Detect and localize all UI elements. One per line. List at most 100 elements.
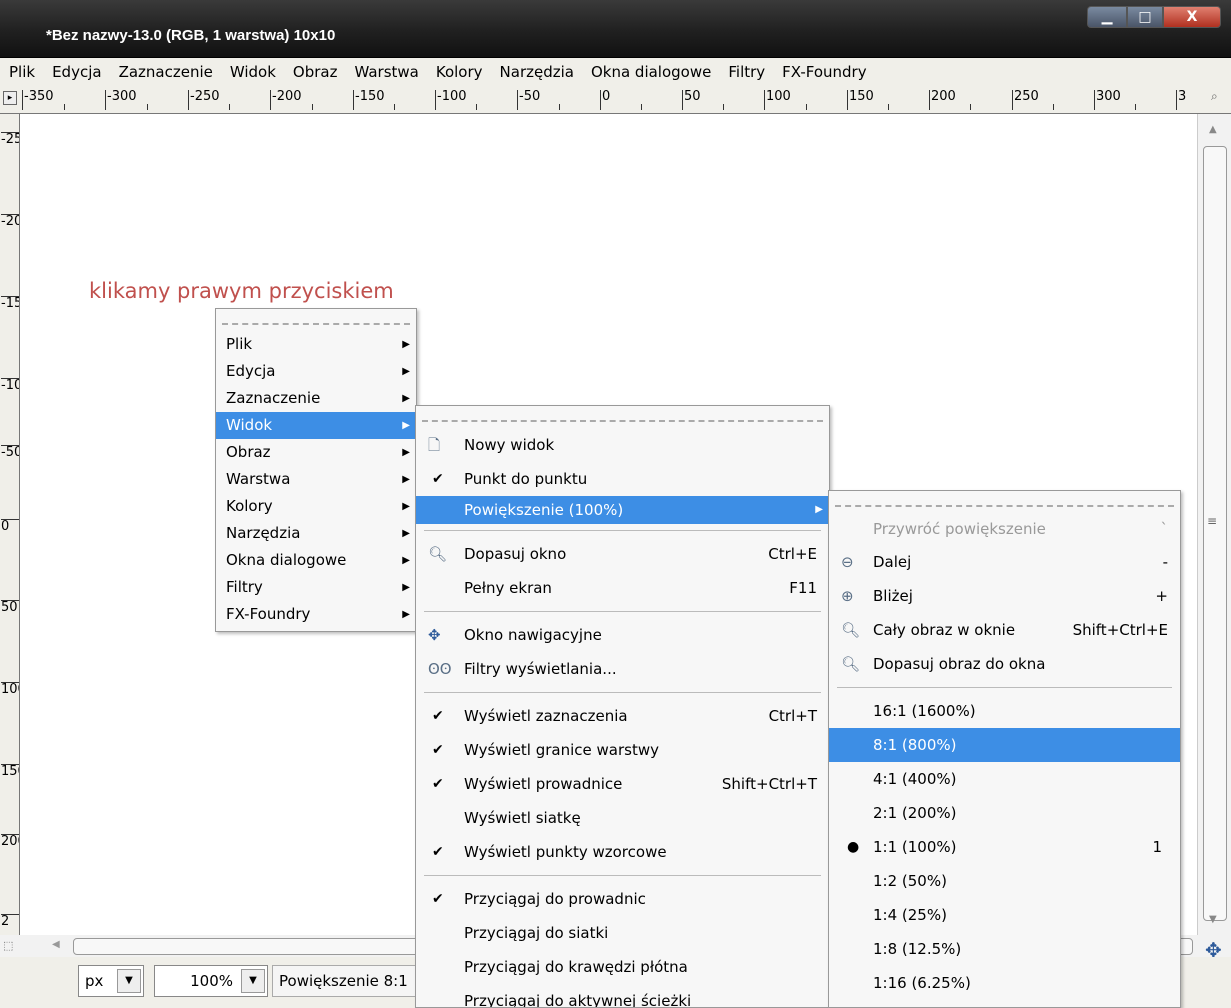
view-item-wysw-punkty[interactable]: ✔ Wyświetl punkty wzorcowe bbox=[416, 835, 829, 869]
menu-narzedzia[interactable]: Narzędzia bbox=[500, 63, 574, 81]
title-bar: *Bez nazwy-13.0 (RGB, 1 warstwa) 10x10 ▁… bbox=[0, 0, 1231, 58]
minimize-button[interactable]: ▁ bbox=[1087, 6, 1127, 28]
ruler-label: 2 bbox=[1, 914, 19, 928]
scroll-down-icon[interactable]: ▼ bbox=[1209, 914, 1217, 925]
view-item-wysw-zaznaczenia[interactable]: ✔ Wyświetl zaznaczenia Ctrl+T bbox=[416, 699, 829, 733]
ctx-item-zaznaczenie[interactable]: Zaznaczenie ▶ bbox=[216, 385, 416, 412]
view-item-punkt-do-punktu[interactable]: ✔ Punkt do punktu bbox=[416, 462, 829, 496]
zoom-item-100[interactable]: ● 1:1 (100%) 1 bbox=[829, 830, 1180, 864]
separator bbox=[424, 530, 821, 531]
view-item-powiekszenie[interactable]: Powiększenie (100%) ▶ bbox=[416, 496, 829, 524]
tearoff-line[interactable] bbox=[835, 491, 1174, 507]
ctx-item-warstwa[interactable]: Warstwa ▶ bbox=[216, 466, 416, 493]
zoom-item-200[interactable]: 2:1 (200%) bbox=[829, 796, 1180, 830]
menu-widok[interactable]: Widok bbox=[230, 63, 276, 81]
view-item-przyc-siatki[interactable]: Przyciągaj do siatki bbox=[416, 916, 829, 950]
zoom-item-12[interactable]: 1:8 (12.5%) bbox=[829, 932, 1180, 966]
view-item-filtry-wyswietlania[interactable]: ʘʘ Filtry wyświetlania... bbox=[416, 652, 829, 686]
chevron-down-icon[interactable]: ▼ bbox=[117, 969, 141, 993]
view-item-wysw-granice[interactable]: ✔ Wyświetl granice warstwy bbox=[416, 733, 829, 767]
ruler-label: -100 bbox=[435, 90, 467, 110]
menu-triangle-icon[interactable]: ▸ bbox=[3, 91, 17, 105]
zoom-item-blizej[interactable]: ⊕ Bliżej + bbox=[829, 579, 1180, 613]
menu-obraz[interactable]: Obraz bbox=[293, 63, 338, 81]
zoom-item-1600[interactable]: 16:1 (1600%) bbox=[829, 694, 1180, 728]
ruler-label: -250 bbox=[188, 90, 220, 110]
ruler-label: -100 bbox=[1, 378, 19, 392]
view-item-okno-nawigacyjne[interactable]: ✥ Okno nawigacyjne bbox=[416, 618, 829, 652]
zoom-item-dalej[interactable]: ⊖ Dalej - bbox=[829, 545, 1180, 579]
menu-kolory[interactable]: Kolory bbox=[436, 63, 483, 81]
menu-edycja[interactable]: Edycja bbox=[52, 63, 101, 81]
vertical-ruler[interactable]: -250 -200 -150 -100 -50 0 50 100 150 200… bbox=[0, 114, 20, 948]
menu-zaznaczenie[interactable]: Zaznaczenie bbox=[119, 63, 213, 81]
accelerator: + bbox=[1155, 587, 1168, 605]
tearoff-line[interactable] bbox=[422, 406, 823, 422]
zoom-select[interactable]: 100% ▼ bbox=[154, 965, 268, 997]
item-label: Wyświetl zaznaczenia bbox=[464, 707, 628, 725]
menu-okna-dialogowe[interactable]: Okna dialogowe bbox=[591, 63, 711, 81]
zoom-item-dopasuj-obraz[interactable]: 🔍︎ Dopasuj obraz do okna bbox=[829, 647, 1180, 681]
ctx-item-filtry[interactable]: Filtry ▶ bbox=[216, 574, 416, 601]
zoom-lock-icon[interactable]: ⌕ bbox=[1211, 89, 1229, 109]
ruler-label: -200 bbox=[270, 90, 302, 110]
submenu-arrow-icon: ▶ bbox=[402, 339, 410, 350]
view-item-wysw-prowadnice[interactable]: ✔ Wyświetl prowadnice Shift+Ctrl+T bbox=[416, 767, 829, 801]
zoom-item-25[interactable]: 1:4 (25%) bbox=[829, 898, 1180, 932]
item-label: 1:1 (100%) bbox=[873, 838, 957, 856]
unit-select[interactable]: px ▼ bbox=[78, 965, 144, 997]
menu-plik[interactable]: Plik bbox=[9, 63, 35, 81]
close-button[interactable]: X bbox=[1163, 6, 1221, 28]
vertical-scrollbar[interactable]: ▲ ≡ ▼ bbox=[1197, 114, 1231, 948]
view-item-przyc-krawedzi[interactable]: Przyciągaj do krawędzi płótna bbox=[416, 950, 829, 984]
submenu-arrow-icon: ▶ bbox=[402, 366, 410, 377]
item-label: Punkt do punktu bbox=[464, 470, 588, 488]
zoom-item-400[interactable]: 4:1 (400%) bbox=[829, 762, 1180, 796]
ctx-label: Okna dialogowe bbox=[226, 551, 347, 569]
separator bbox=[424, 875, 821, 876]
ctx-item-narzedzia[interactable]: Narzędzia ▶ bbox=[216, 520, 416, 547]
scroll-left-icon[interactable]: ◀ bbox=[52, 939, 60, 950]
zoom-item-caly-obraz[interactable]: 🔍︎ Cały obraz w oknie Shift+Ctrl+E bbox=[829, 613, 1180, 647]
view-item-dopasuj-okno[interactable]: 🔍︎ Dopasuj okno Ctrl+E bbox=[416, 537, 829, 571]
check-icon: ✔ bbox=[432, 708, 444, 724]
ctx-item-obraz[interactable]: Obraz ▶ bbox=[216, 439, 416, 466]
ctx-item-edycja[interactable]: Edycja ▶ bbox=[216, 358, 416, 385]
annotation-hint: klikamy prawym przyciskiem bbox=[89, 279, 394, 303]
ruler-label: 100 bbox=[764, 90, 791, 110]
ctx-item-widok[interactable]: Widok ▶ bbox=[216, 412, 416, 439]
zoom-item-800[interactable]: 8:1 (800%) bbox=[829, 728, 1180, 762]
ctx-item-fx-foundry[interactable]: FX-Foundry ▶ bbox=[216, 601, 416, 628]
ctx-item-okna-dialogowe[interactable]: Okna dialogowe ▶ bbox=[216, 547, 416, 574]
ctx-label: Zaznaczenie bbox=[226, 389, 321, 407]
accelerator: Shift+Ctrl+E bbox=[1072, 621, 1168, 639]
item-label: Wyświetl siatkę bbox=[464, 809, 581, 827]
maximize-button[interactable]: □ bbox=[1127, 6, 1163, 28]
scroll-up-icon[interactable]: ▲ bbox=[1209, 124, 1217, 135]
ctx-label: Narzędzia bbox=[226, 524, 301, 542]
vertical-scroll-thumb[interactable] bbox=[1203, 146, 1227, 921]
chevron-down-icon[interactable]: ▼ bbox=[241, 969, 265, 993]
ruler-label: 3 bbox=[1176, 90, 1186, 110]
ctx-item-kolory[interactable]: Kolory ▶ bbox=[216, 493, 416, 520]
menu-warstwa[interactable]: Warstwa bbox=[354, 63, 418, 81]
ctx-item-plik[interactable]: Plik ▶ bbox=[216, 331, 416, 358]
item-label: Dopasuj obraz do okna bbox=[873, 655, 1046, 673]
zoom-item-6[interactable]: 1:16 (6.25%) bbox=[829, 966, 1180, 1000]
view-item-nowy-widok[interactable]: 🗋 Nowy widok bbox=[416, 428, 829, 462]
zoom-in-icon: ⊕ bbox=[841, 587, 854, 605]
menu-filtry[interactable]: Filtry bbox=[728, 63, 765, 81]
view-item-przyc-sciezki[interactable]: Przyciągaj do aktywnej ścieżki bbox=[416, 984, 829, 1007]
ruler-label: 50 bbox=[682, 90, 701, 110]
zoom-item-50[interactable]: 1:2 (50%) bbox=[829, 864, 1180, 898]
item-label: Powiększenie (100%) bbox=[464, 501, 624, 519]
view-item-pelny-ekran[interactable]: Pełny ekran F11 bbox=[416, 571, 829, 605]
quick-mask-icon[interactable]: ⬚ bbox=[3, 939, 13, 952]
ruler-label: 250 bbox=[1012, 90, 1039, 110]
horizontal-ruler[interactable]: ▸ -350 -300 -250 -200 -150 -100 -50 0 50… bbox=[0, 86, 1231, 114]
tearoff-line[interactable] bbox=[222, 309, 410, 325]
view-item-wysw-siatke[interactable]: Wyświetl siatkę bbox=[416, 801, 829, 835]
menu-fx-foundry[interactable]: FX-Foundry bbox=[782, 63, 866, 81]
view-item-przyc-prowadnic[interactable]: ✔ Przyciągaj do prowadnic bbox=[416, 882, 829, 916]
ctx-label: Obraz bbox=[226, 443, 271, 461]
